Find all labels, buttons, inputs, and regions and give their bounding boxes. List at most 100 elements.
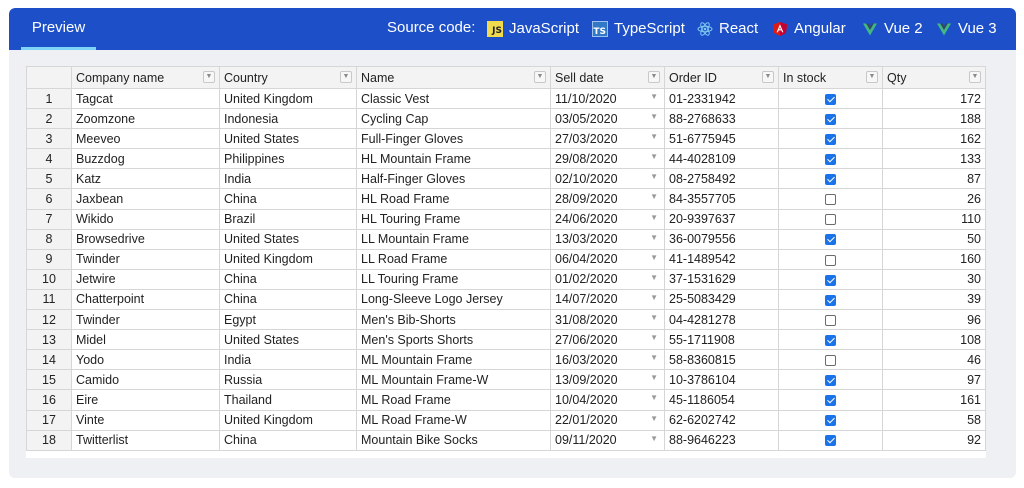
- cell-qty[interactable]: 108: [882, 329, 986, 351]
- cell-sell-date[interactable]: 02/10/2020 ▼: [550, 168, 665, 190]
- in-stock-checkbox[interactable]: [825, 113, 836, 125]
- cell-name[interactable]: Mountain Bike Socks: [356, 429, 551, 451]
- cell-in-stock[interactable]: [778, 87, 883, 110]
- filter-dropdown-icon[interactable]: ▼: [762, 71, 774, 83]
- cell-order-id[interactable]: 41-1489542: [664, 248, 779, 270]
- date-dropdown-icon[interactable]: ▼: [650, 213, 658, 222]
- cell-name[interactable]: ML Road Frame-W: [356, 409, 551, 431]
- table-row[interactable]: 17 Vinte United Kingdom ML Road Frame-W 22/0…: [26, 409, 986, 431]
- cell-qty[interactable]: 26: [882, 188, 986, 210]
- cell-order-id[interactable]: 62-6202742: [664, 409, 779, 431]
- date-dropdown-icon[interactable]: ▼: [650, 414, 658, 423]
- column-header-name[interactable]: Name ▼: [356, 66, 551, 89]
- cell-company[interactable]: Wikido: [71, 208, 220, 230]
- cell-order-id[interactable]: 36-0079556: [664, 228, 779, 250]
- cell-in-stock[interactable]: [778, 369, 883, 391]
- cell-country[interactable]: United States: [219, 228, 357, 250]
- cell-order-id[interactable]: 45-1186054: [664, 389, 779, 411]
- cell-qty[interactable]: 110: [882, 208, 986, 230]
- table-row[interactable]: 18 Twitterlist China Mountain Bike Socks 09/…: [26, 429, 986, 451]
- cell-company[interactable]: Browsedrive: [71, 228, 220, 250]
- cell-country[interactable]: India: [219, 349, 357, 371]
- cell-name[interactable]: LL Mountain Frame: [356, 228, 551, 250]
- filter-dropdown-icon[interactable]: ▼: [203, 71, 215, 83]
- filter-dropdown-icon[interactable]: ▼: [648, 71, 660, 83]
- table-row[interactable]: 14 Yodo India ML Mountain Frame 16/03/2020 ▼ 5…: [26, 349, 986, 371]
- column-header-sell-date[interactable]: Sell date ▼: [550, 66, 665, 89]
- column-header-country[interactable]: Country ▼: [219, 66, 357, 89]
- cell-company[interactable]: Yodo: [71, 349, 220, 371]
- cell-in-stock[interactable]: [778, 108, 883, 130]
- cell-name[interactable]: Men's Sports Shorts: [356, 329, 551, 351]
- in-stock-checkbox[interactable]: [825, 375, 836, 387]
- column-header-qty[interactable]: Qty ▼: [882, 66, 986, 89]
- cell-qty[interactable]: 172: [882, 87, 986, 110]
- filter-dropdown-icon[interactable]: ▼: [340, 71, 352, 83]
- date-dropdown-icon[interactable]: ▼: [650, 434, 658, 443]
- cell-name[interactable]: Men's Bib-Shorts: [356, 309, 551, 331]
- date-dropdown-icon[interactable]: ▼: [650, 172, 658, 181]
- cell-sell-date[interactable]: 09/11/2020 ▼: [550, 429, 665, 451]
- date-dropdown-icon[interactable]: ▼: [650, 333, 658, 342]
- cell-order-id[interactable]: 04-4281278: [664, 309, 779, 331]
- cell-order-id[interactable]: 44-4028109: [664, 148, 779, 170]
- cell-in-stock[interactable]: [778, 208, 883, 230]
- cell-name[interactable]: HL Road Frame: [356, 188, 551, 210]
- in-stock-checkbox[interactable]: [825, 274, 836, 286]
- cell-sell-date[interactable]: 14/07/2020 ▼: [550, 288, 665, 311]
- in-stock-checkbox[interactable]: [825, 93, 836, 105]
- in-stock-checkbox[interactable]: [825, 354, 836, 366]
- in-stock-checkbox[interactable]: [825, 395, 836, 407]
- cell-country[interactable]: United States: [219, 128, 357, 150]
- table-row[interactable]: 2 Zoomzone Indonesia Cycling Cap 03/05/2020 ▼…: [26, 108, 986, 130]
- vue2-link[interactable]: Vue 2: [862, 8, 923, 50]
- cell-in-stock[interactable]: [778, 188, 883, 210]
- column-header-in-stock[interactable]: In stock ▼: [778, 66, 883, 89]
- cell-country[interactable]: United Kingdom: [219, 409, 357, 431]
- table-row[interactable]: 6 Jaxbean China HL Road Frame 28/09/2020 ▼ 84-…: [26, 188, 986, 210]
- cell-company[interactable]: Twinder: [71, 309, 220, 331]
- date-dropdown-icon[interactable]: ▼: [650, 353, 658, 362]
- cell-name[interactable]: LL Road Frame: [356, 248, 551, 270]
- cell-in-stock[interactable]: [778, 168, 883, 190]
- cell-order-id[interactable]: 01-2331942: [664, 87, 779, 110]
- cell-country[interactable]: China: [219, 188, 357, 210]
- date-dropdown-icon[interactable]: ▼: [650, 152, 658, 161]
- javascript-link[interactable]: JS JavaScript: [487, 8, 579, 50]
- cell-company[interactable]: Twitterlist: [71, 429, 220, 451]
- cell-in-stock[interactable]: [778, 309, 883, 331]
- date-dropdown-icon[interactable]: ▼: [650, 92, 658, 101]
- cell-qty[interactable]: 162: [882, 128, 986, 150]
- cell-name[interactable]: ML Mountain Frame: [356, 349, 551, 371]
- table-row[interactable]: 9 Twinder United Kingdom LL Road Frame 06/04…: [26, 248, 986, 270]
- cell-in-stock[interactable]: [778, 409, 883, 431]
- in-stock-checkbox[interactable]: [825, 214, 836, 226]
- in-stock-checkbox[interactable]: [825, 133, 836, 145]
- in-stock-checkbox[interactable]: [825, 415, 836, 427]
- cell-sell-date[interactable]: 27/06/2020 ▼: [550, 329, 665, 351]
- cell-name[interactable]: ML Road Frame: [356, 389, 551, 411]
- cell-country[interactable]: United Kingdom: [219, 248, 357, 270]
- cell-company[interactable]: Camido: [71, 369, 220, 391]
- cell-in-stock[interactable]: [778, 268, 883, 290]
- filter-dropdown-icon[interactable]: ▼: [534, 71, 546, 83]
- cell-name[interactable]: LL Touring Frame: [356, 268, 551, 290]
- cell-qty[interactable]: 30: [882, 268, 986, 290]
- cell-qty[interactable]: 188: [882, 108, 986, 130]
- column-header-company[interactable]: Company name ▼: [71, 66, 220, 89]
- tab-preview[interactable]: Preview: [21, 8, 96, 50]
- angular-link[interactable]: Angular: [772, 8, 846, 50]
- cell-country[interactable]: Egypt: [219, 309, 357, 331]
- cell-country[interactable]: India: [219, 168, 357, 190]
- cell-in-stock[interactable]: [778, 329, 883, 351]
- cell-sell-date[interactable]: 06/04/2020 ▼: [550, 248, 665, 270]
- in-stock-checkbox[interactable]: [825, 435, 836, 447]
- table-row[interactable]: 10 Jetwire China LL Touring Frame 01/02/2020…: [26, 268, 986, 290]
- date-dropdown-icon[interactable]: ▼: [650, 132, 658, 141]
- column-header-order-id[interactable]: Order ID ▼: [664, 66, 779, 89]
- table-row[interactable]: 3 Meeveo United States Full-Finger Gloves 27…: [26, 128, 986, 150]
- cell-order-id[interactable]: 55-1711908: [664, 329, 779, 351]
- table-row[interactable]: 4 Buzzdog Philippines HL Mountain Frame 29/0…: [26, 148, 986, 170]
- cell-company[interactable]: Tagcat: [71, 87, 220, 110]
- cell-company[interactable]: Jetwire: [71, 268, 220, 290]
